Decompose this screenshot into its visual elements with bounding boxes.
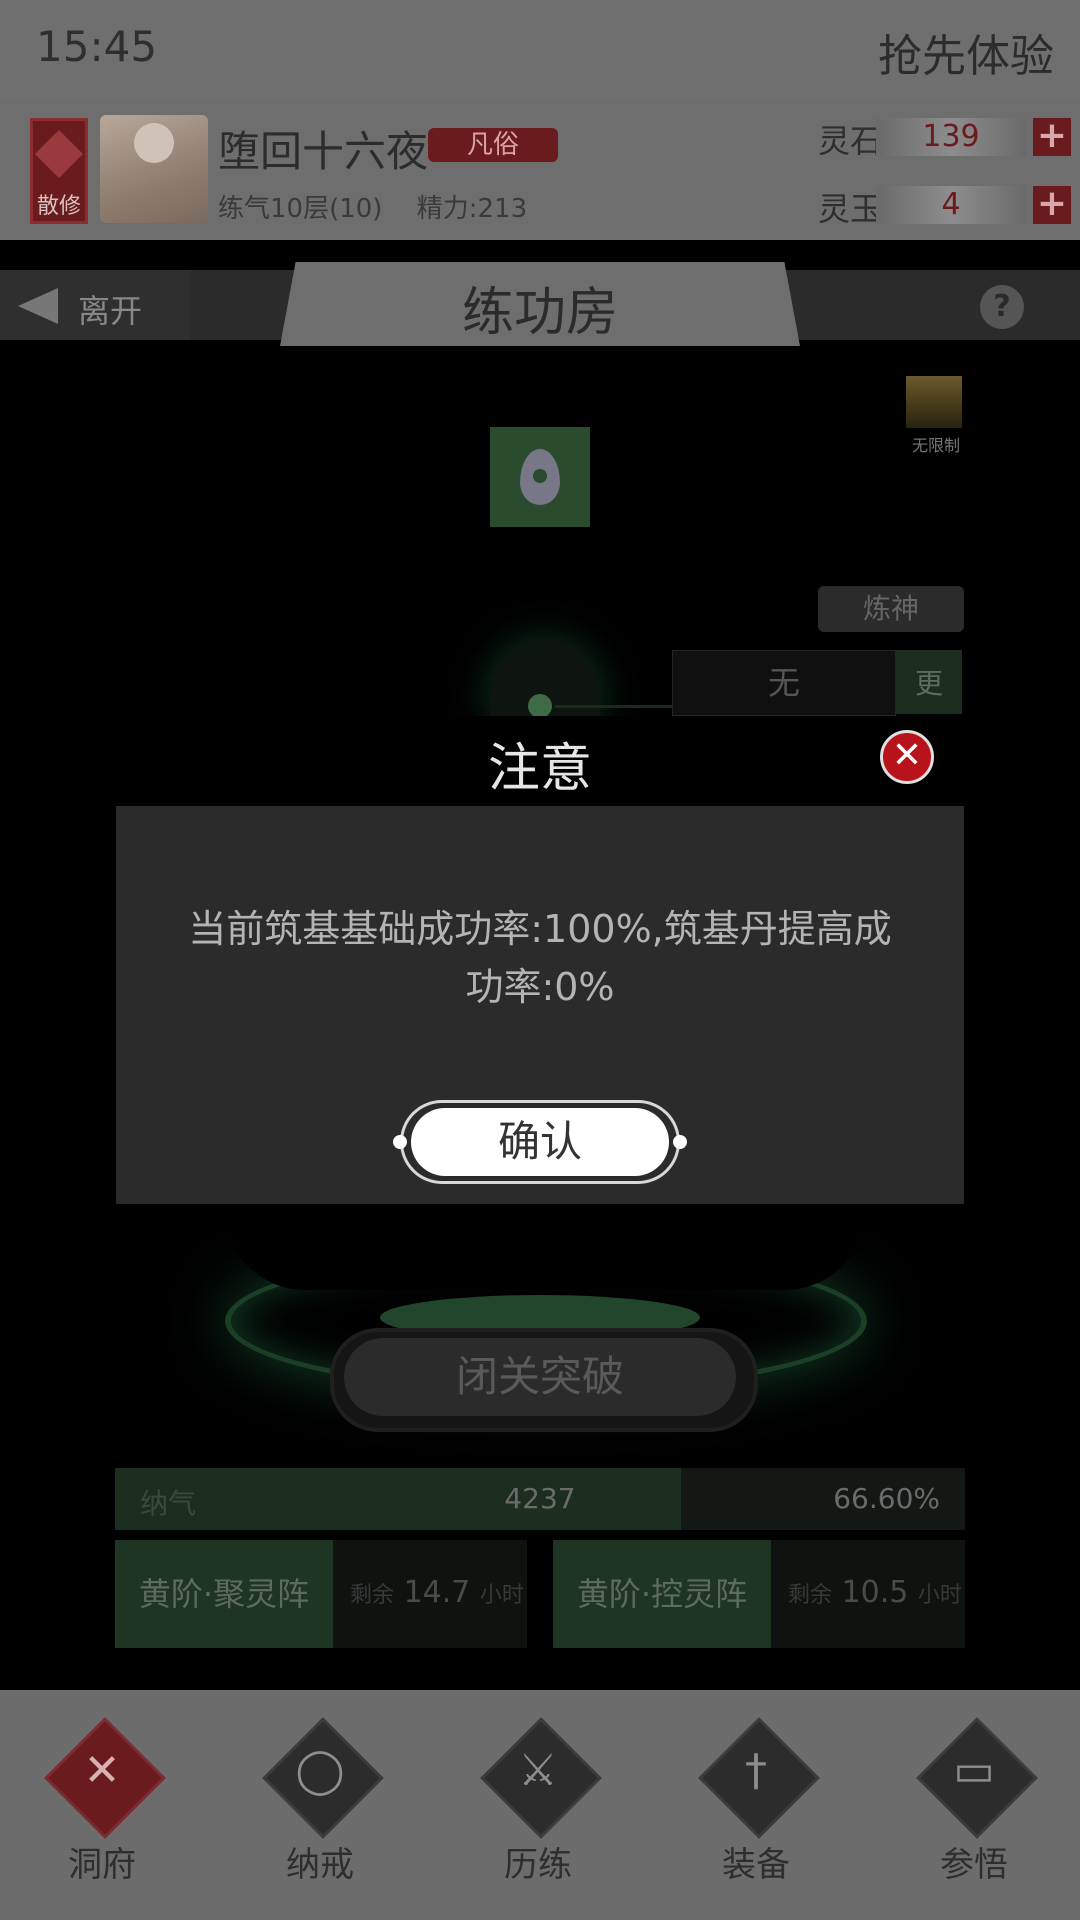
mode-selector[interactable]: 炼神 (818, 586, 964, 632)
avatar[interactable] (100, 115, 208, 223)
nav-item-insight[interactable]: ▭ 参悟 (904, 1717, 1044, 1895)
back-arrow-icon (18, 288, 58, 324)
nav-glyph: † (745, 1745, 767, 1796)
nav-label: 纳戒 (286, 1845, 354, 1885)
lotus-icon (34, 129, 84, 179)
cultivation-level: 练气10层(10) (218, 194, 383, 224)
add-spirit-stone-button[interactable]: + (1033, 118, 1071, 156)
spirit-stone-value: 139 (876, 118, 1026, 156)
nav-label: 历练 (504, 1845, 572, 1885)
remain-prefix: 剩余 (788, 1583, 833, 1608)
orb-indicator (528, 694, 552, 718)
unlimited-label: 无限制 (911, 436, 960, 455)
nav-label: 参悟 (940, 1845, 1008, 1885)
nav-glyph: ◯ (295, 1745, 345, 1796)
qi-label: 纳气 (140, 1487, 197, 1520)
breakthrough-button[interactable]: 闭关突破 (344, 1338, 736, 1416)
player-name: 堕回十六夜 (218, 127, 429, 176)
spirit-jade-label: 灵玉 (818, 190, 883, 228)
modal-message: 当前筑基基础成功率:100%,筑基丹提高成 功率:0% (180, 900, 900, 1016)
array-name: 黄阶·聚灵阵 (115, 1540, 333, 1648)
close-icon[interactable]: ✕ (880, 730, 934, 784)
eye-pupil (533, 469, 547, 483)
page-title: 练功房 (461, 283, 618, 343)
nav-glyph: ✕ (83, 1745, 121, 1796)
modal-message-line: 功率:0% (465, 965, 615, 1009)
remain-value: 14.7 (403, 1575, 471, 1610)
early-access-label[interactable]: 抢先体验 (878, 20, 1054, 84)
array-name: 黄阶·控灵阵 (553, 1540, 771, 1648)
character-silhouette (225, 1200, 865, 1290)
clock: 15:45 (36, 22, 158, 71)
add-spirit-jade-button[interactable]: + (1033, 186, 1071, 224)
nav-label: 装备 (722, 1845, 790, 1885)
remain-value: 10.5 (841, 1575, 909, 1610)
realm-badge: 凡俗 (428, 128, 558, 162)
sect-label: 散修 (36, 194, 81, 219)
nav-glyph: ⚔ (518, 1745, 558, 1796)
back-label: 离开 (78, 292, 143, 330)
slot-value: 无 (672, 650, 896, 716)
modal-title: 注意 (487, 739, 592, 799)
array-remaining: 剩余 10.5 小时 (788, 1575, 962, 1610)
nav-item-cave[interactable]: ✕ 洞府 (32, 1717, 172, 1895)
energy-value: 精力:213 (416, 194, 528, 224)
modal-message-line: 当前筑基基础成功率:100%,筑基丹提高成 (188, 907, 892, 951)
help-icon[interactable]: ? (980, 285, 1024, 329)
view-toggle-button[interactable] (490, 427, 590, 527)
nav-glyph: ▭ (953, 1745, 995, 1796)
meditation-icon[interactable] (906, 376, 962, 428)
qi-percent: 66.60% (833, 1482, 940, 1515)
nav-label: 洞府 (68, 1845, 136, 1885)
nav-item-ring[interactable]: ◯ 纳戒 (250, 1717, 390, 1895)
remain-prefix: 剩余 (350, 1583, 395, 1608)
spirit-stone-label: 灵石 (818, 122, 883, 160)
confirm-knob-left (393, 1135, 407, 1149)
player-stats: 练气10层(10) 精力:213 (218, 188, 553, 225)
remain-unit: 小时 (479, 1583, 524, 1608)
confirm-button[interactable]: 确认 (411, 1108, 669, 1176)
change-slot-button[interactable]: 更 (896, 650, 962, 714)
qi-value: 4237 (504, 1482, 576, 1515)
nav-item-equipment[interactable]: † 装备 (686, 1717, 826, 1895)
remain-unit: 小时 (917, 1583, 962, 1608)
confirm-knob-right (673, 1135, 687, 1149)
spirit-jade-value: 4 (876, 186, 1026, 224)
nav-item-training[interactable]: ⚔ 历练 (468, 1717, 608, 1895)
array-remaining: 剩余 14.7 小时 (350, 1575, 524, 1610)
